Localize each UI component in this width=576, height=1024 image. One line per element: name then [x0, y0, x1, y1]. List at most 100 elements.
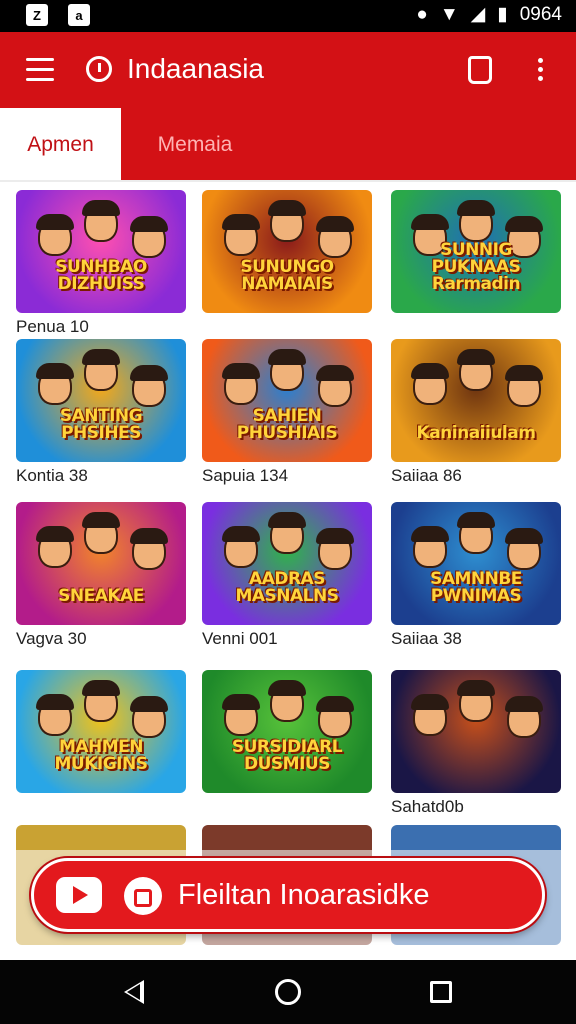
game-thumbnail[interactable]: SAMNNBE PWNIMAS — [391, 502, 561, 625]
cta-label: Fleiltan Inoarasidke — [178, 879, 430, 911]
game-thumbnail[interactable]: MAHMEN MUKIGINS — [16, 670, 186, 793]
game-card[interactable]: AADRAS MASNALNS Venni 001 — [202, 502, 372, 649]
bookmark-icon[interactable] — [468, 56, 492, 84]
character-hair — [457, 200, 495, 216]
character-hair — [411, 214, 449, 230]
notification-icon: Z — [26, 4, 48, 26]
game-thumbnail[interactable]: SUNHBAO DIZHUISS — [16, 190, 186, 313]
location-icon: ● — [416, 3, 428, 25]
character-hair — [130, 216, 168, 232]
game-logo-text: SAMNNBE PWNIMAS — [430, 569, 522, 606]
character-hair — [316, 696, 354, 712]
character-hair — [316, 528, 354, 544]
game-caption — [202, 317, 372, 337]
character-hair — [457, 349, 495, 365]
menu-icon[interactable] — [26, 58, 54, 82]
character-hair — [82, 512, 120, 528]
character-hair — [316, 365, 354, 381]
more-options-icon[interactable] — [538, 58, 544, 84]
game-card[interactable]: SUNNIG PUKNAAS Rarmadin — [391, 190, 561, 337]
battery-icon: ▮ — [497, 4, 508, 25]
game-caption: Venni 001 — [202, 629, 278, 648]
recent-apps-icon[interactable] — [430, 981, 452, 1003]
app-title: Indaanasia — [127, 53, 265, 84]
character-hair — [316, 216, 354, 232]
game-thumbnail[interactable]: SANTING PHSIHES — [16, 339, 186, 462]
game-caption: Vagva 30 — [16, 629, 87, 648]
game-thumbnail[interactable]: SNEAKAE — [16, 502, 186, 625]
character-hair — [36, 526, 74, 542]
game-caption — [391, 317, 561, 337]
game-thumbnail[interactable]: SUNUNGO NAMAIAIS — [202, 190, 372, 313]
app-bar: Indaanasia — [0, 32, 576, 108]
game-card[interactable]: SNEAKAE Vagva 30 — [16, 502, 186, 649]
home-icon[interactable] — [275, 979, 301, 1005]
character-hair — [268, 512, 306, 528]
game-logo-text: Kaninaiiulam — [416, 423, 536, 443]
clock: 0964 — [519, 3, 562, 25]
character-hair — [222, 526, 260, 542]
character-hair — [130, 528, 168, 544]
character-hair — [222, 694, 260, 710]
wifi-icon: ▼ — [439, 3, 459, 25]
game-caption — [16, 797, 186, 817]
game-card[interactable]: MAHMEN MUKIGINS — [16, 670, 186, 817]
character-hair — [222, 363, 260, 379]
character-hair — [505, 528, 543, 544]
tab-memaia[interactable]: Memaia — [121, 108, 269, 182]
game-logo-text: AADRAS MASNALNS — [235, 569, 339, 606]
system-nav-bar — [0, 960, 576, 1024]
app-logo-icon — [86, 56, 112, 82]
game-caption: Saiiaa 38 — [391, 629, 462, 648]
tab-divider — [0, 180, 576, 182]
game-thumbnail[interactable]: SAHIEN PHUSHIAIS — [202, 339, 372, 462]
tab-bar: Apmen Memaia — [0, 108, 576, 182]
game-thumbnail[interactable] — [391, 670, 561, 793]
game-card[interactable]: SUNHBAO DIZHUISS Penua 10 — [16, 190, 186, 337]
game-logo-text: SURSIDIARL DUSMIUS — [231, 737, 343, 774]
game-logo-text: SNEAKAE — [58, 586, 144, 606]
character-hair — [130, 696, 168, 712]
character-hair — [268, 349, 306, 365]
subscribe-cta-button[interactable]: Fleiltan Inoarasidke — [31, 858, 545, 932]
character-hair — [82, 680, 120, 696]
character-hair — [411, 526, 449, 542]
game-card[interactable]: SURSIDIARL DUSMIUS — [202, 670, 372, 817]
back-icon[interactable] — [124, 980, 144, 1004]
game-logo-text: SUNHBAO DIZHUISS — [55, 257, 147, 294]
character-hair — [268, 680, 306, 696]
game-logo-text: SUNNIG PUKNAAS Rarmadin — [431, 240, 521, 294]
game-caption: Sahatd0b — [391, 797, 464, 816]
game-logo-text: MAHMEN MUKIGINS — [54, 737, 148, 774]
game-caption: Saiiaa 86 — [391, 466, 462, 485]
game-card[interactable]: SUNUNGO NAMAIAIS — [202, 190, 372, 337]
game-caption: Kontia 38 — [16, 466, 88, 485]
signal-icon: ◢ — [470, 4, 486, 25]
character-hair — [268, 200, 306, 216]
game-card[interactable]: SAHIEN PHUSHIAIS Sapuia 134 — [202, 339, 372, 486]
character-hair — [36, 214, 74, 230]
game-card[interactable]: Sahatd0b — [391, 670, 561, 817]
character-hair — [82, 349, 120, 365]
game-caption: Penua 10 — [16, 317, 89, 336]
play-icon — [56, 877, 102, 913]
character-hair — [222, 214, 260, 230]
character-hair — [36, 363, 74, 379]
character-hair — [505, 365, 543, 381]
game-logo-text: SAHIEN PHUSHIAIS — [236, 406, 338, 443]
game-thumbnail[interactable]: SUNNIG PUKNAAS Rarmadin — [391, 190, 561, 313]
character-hair — [411, 363, 449, 379]
game-thumbnail[interactable]: SURSIDIARL DUSMIUS — [202, 670, 372, 793]
notification-icon: a — [68, 4, 90, 26]
character-hair — [457, 680, 495, 696]
tab-apmen[interactable]: Apmen — [0, 108, 121, 182]
game-card[interactable]: SANTING PHSIHES Kontia 38 — [16, 339, 186, 486]
game-thumbnail[interactable]: AADRAS MASNALNS — [202, 502, 372, 625]
game-thumbnail[interactable]: Kaninaiiulam — [391, 339, 561, 462]
game-caption — [202, 797, 372, 817]
game-card[interactable]: SAMNNBE PWNIMAS Saiiaa 38 — [391, 502, 561, 649]
game-logo-text: SUNUNGO NAMAIAIS — [240, 257, 334, 294]
character-hair — [130, 365, 168, 381]
lock-icon — [124, 877, 162, 915]
game-card[interactable]: Kaninaiiulam Saiiaa 86 — [391, 339, 561, 486]
